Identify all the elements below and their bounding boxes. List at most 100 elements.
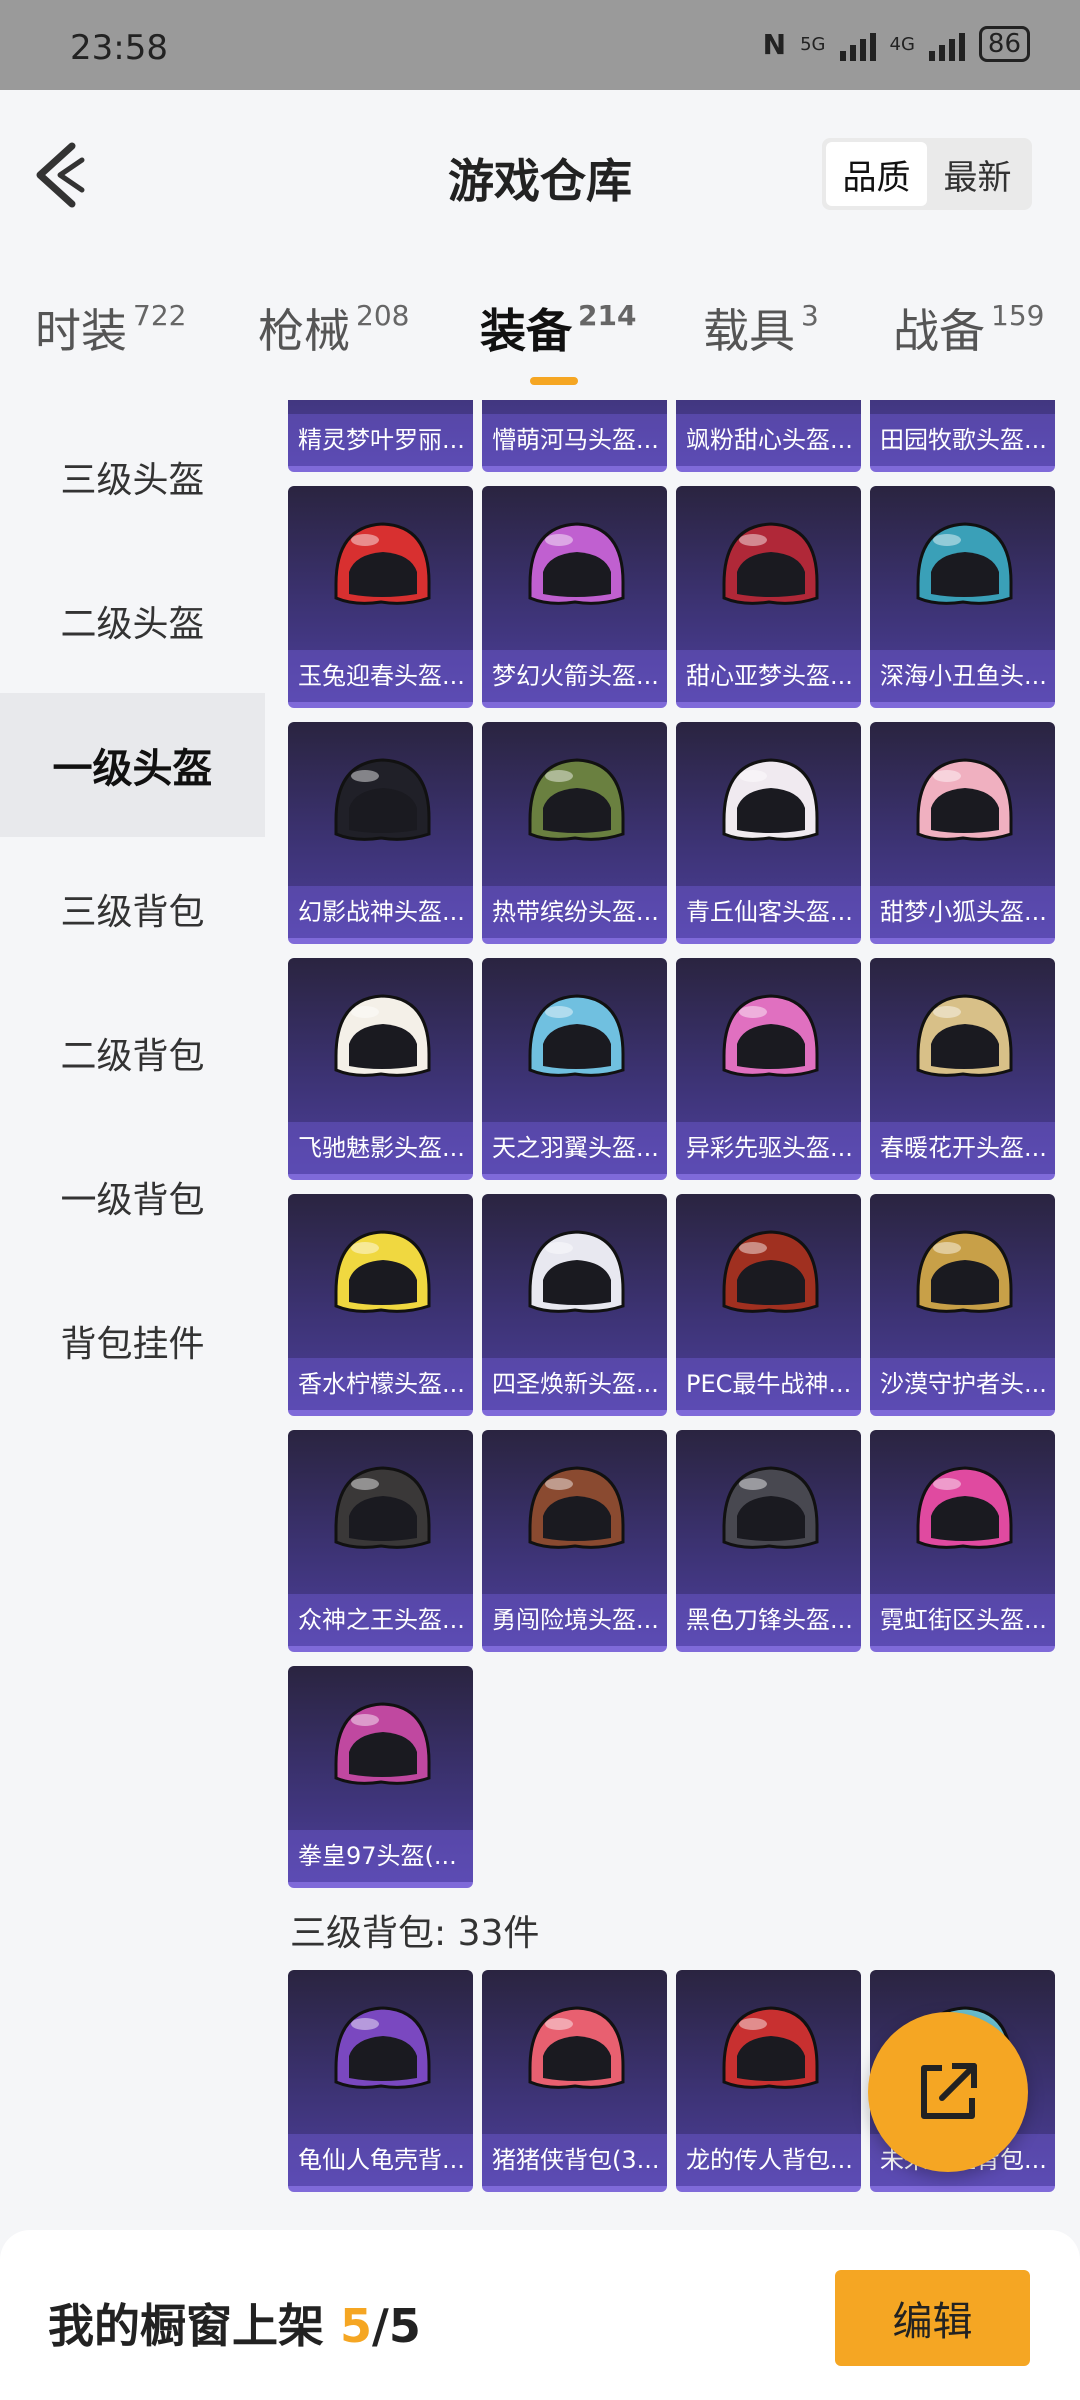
tab-label: 载具: [703, 304, 795, 358]
item-image-frame: [482, 400, 667, 415]
sort-option-newest[interactable]: 最新: [927, 142, 1028, 206]
item-image-frame: [288, 1666, 473, 1831]
share-icon: [921, 2063, 977, 2119]
item-card[interactable]: 勇闯险境头盔...: [482, 1430, 667, 1652]
item-card[interactable]: 玉兔迎春头盔...: [288, 486, 473, 708]
item-card[interactable]: 梦幻火箭头盔...: [482, 486, 667, 708]
item-name: 勇闯险境头盔...: [482, 1594, 667, 1646]
item-image: [916, 521, 1012, 605]
item-image: [916, 1465, 1012, 1549]
status-bar: 23:58 N 5G 4G 86: [0, 0, 1080, 90]
tab-supplies[interactable]: 战备 159: [893, 295, 1044, 361]
item-image: [528, 757, 624, 841]
tab-count: 3: [801, 299, 819, 332]
sidebar-item-level1-helmet[interactable]: 一级头盔: [0, 693, 265, 837]
item-name: 飞驰魅影头盔...: [288, 1122, 473, 1174]
signal-icon: [839, 27, 876, 61]
sort-toggle: 品质 最新: [822, 138, 1032, 210]
tab-guns[interactable]: 枪械 208: [258, 295, 409, 361]
item-name: 龟仙人龟壳背...: [288, 2134, 473, 2186]
edit-button[interactable]: 编辑: [835, 2270, 1030, 2366]
item-image-frame: [288, 486, 473, 651]
tab-fashion[interactable]: 时装 722: [35, 295, 186, 361]
tab-equipment[interactable]: 装备 214: [480, 295, 636, 385]
item-name: 异彩先驱头盔...: [676, 1122, 861, 1174]
item-image-frame: [676, 486, 861, 651]
item-card[interactable]: PEC最牛战神...: [676, 1194, 861, 1416]
item-card[interactable]: 龟仙人龟壳背...: [288, 1970, 473, 2192]
item-image: [528, 1465, 624, 1549]
item-image-frame: [288, 722, 473, 887]
item-card[interactable]: 热带缤纷头盔...: [482, 722, 667, 944]
tab-active-indicator: [530, 377, 578, 385]
item-card[interactable]: 黑色刀锋头盔...: [676, 1430, 861, 1652]
item-image-frame: [676, 958, 861, 1123]
item-name: 梦幻火箭头盔...: [482, 650, 667, 702]
item-card[interactable]: 猪猪侠背包(3...: [482, 1970, 667, 2192]
item-card[interactable]: 异彩先驱头盔...: [676, 958, 861, 1180]
sidebar-item-level1-backpack[interactable]: 一级背包: [0, 1125, 265, 1269]
item-card[interactable]: 幻影战神头盔...: [288, 722, 473, 944]
category-tabs: 时装 722 枪械 208 装备 214 载具 3 战备 159: [0, 265, 1080, 400]
status-icons: N 5G 4G 86: [763, 26, 1030, 62]
item-card[interactable]: 天之羽翼头盔...: [482, 958, 667, 1180]
item-card[interactable]: 田园牧歌头盔...: [870, 400, 1055, 472]
item-image-frame: [482, 958, 667, 1123]
item-card[interactable]: 香水柠檬头盔...: [288, 1194, 473, 1416]
item-name: 深海小丑鱼头...: [870, 650, 1055, 702]
item-image-frame: [676, 1970, 861, 2135]
item-image: [528, 2005, 624, 2089]
sidebar-item-backpack-pendant[interactable]: 背包挂件: [0, 1269, 265, 1413]
item-image-frame: [676, 722, 861, 887]
item-image-frame: [676, 1430, 861, 1595]
showcase-count: 5: [340, 2299, 373, 2353]
item-image: [722, 1465, 818, 1549]
tab-count: 208: [356, 299, 410, 332]
item-image: [334, 1229, 430, 1313]
item-card[interactable]: 飞驰魅影头盔...: [288, 958, 473, 1180]
item-image-frame: [870, 400, 1055, 415]
section-title: 三级背包: 33件: [290, 1913, 540, 1954]
nfc-icon: N: [762, 27, 787, 61]
item-name: 甜心亚梦头盔...: [676, 650, 861, 702]
signal-icon-2: [928, 27, 965, 61]
item-card[interactable]: 春暖花开头盔...: [870, 958, 1055, 1180]
item-image: [528, 1229, 624, 1313]
item-image: [916, 757, 1012, 841]
sidebar-item-level2-backpack[interactable]: 二级背包: [0, 981, 265, 1125]
sort-option-quality[interactable]: 品质: [826, 142, 927, 206]
sidebar-item-level2-helmet[interactable]: 二级头盔: [0, 549, 265, 693]
sidebar-item-level3-backpack[interactable]: 三级背包: [0, 837, 265, 981]
item-image-frame: [482, 1430, 667, 1595]
sidebar-item-level3-helmet[interactable]: 三级头盔: [0, 405, 265, 549]
item-name: 众神之王头盔...: [288, 1594, 473, 1646]
item-image-frame: [870, 486, 1055, 651]
sidebar: 三级头盔 二级头盔 一级头盔 三级背包 二级背包 一级背包 背包挂件: [0, 400, 265, 2230]
item-image-frame: [676, 400, 861, 415]
item-image: [722, 757, 818, 841]
item-image-frame: [870, 1194, 1055, 1359]
share-button[interactable]: [868, 2012, 1028, 2172]
item-card[interactable]: 深海小丑鱼头...: [870, 486, 1055, 708]
item-image: [528, 521, 624, 605]
tab-vehicles[interactable]: 载具 3: [703, 295, 819, 361]
item-card[interactable]: 沙漠守护者头...: [870, 1194, 1055, 1416]
item-card[interactable]: 拳皇97头盔(...: [288, 1666, 473, 1888]
tab-label: 时装: [35, 304, 127, 358]
item-card[interactable]: 甜梦小狐头盔...: [870, 722, 1055, 944]
item-name: 春暖花开头盔...: [870, 1122, 1055, 1174]
item-image: [334, 993, 430, 1077]
item-card[interactable]: 精灵梦叶罗丽...: [288, 400, 473, 472]
item-image-frame: [288, 1430, 473, 1595]
item-card[interactable]: 青丘仙客头盔...: [676, 722, 861, 944]
item-card[interactable]: 霓虹街区头盔...: [870, 1430, 1055, 1652]
tab-label: 装备: [480, 304, 572, 358]
tab-label: 枪械: [258, 304, 350, 358]
item-card[interactable]: 龙的传人背包...: [676, 1970, 861, 2192]
item-card[interactable]: 甜心亚梦头盔...: [676, 486, 861, 708]
item-card[interactable]: 懵萌河马头盔...: [482, 400, 667, 472]
item-card[interactable]: 众神之王头盔...: [288, 1430, 473, 1652]
item-card[interactable]: 飒粉甜心头盔...: [676, 400, 861, 472]
item-card[interactable]: 四圣焕新头盔...: [482, 1194, 667, 1416]
item-image-frame: [482, 1970, 667, 2135]
